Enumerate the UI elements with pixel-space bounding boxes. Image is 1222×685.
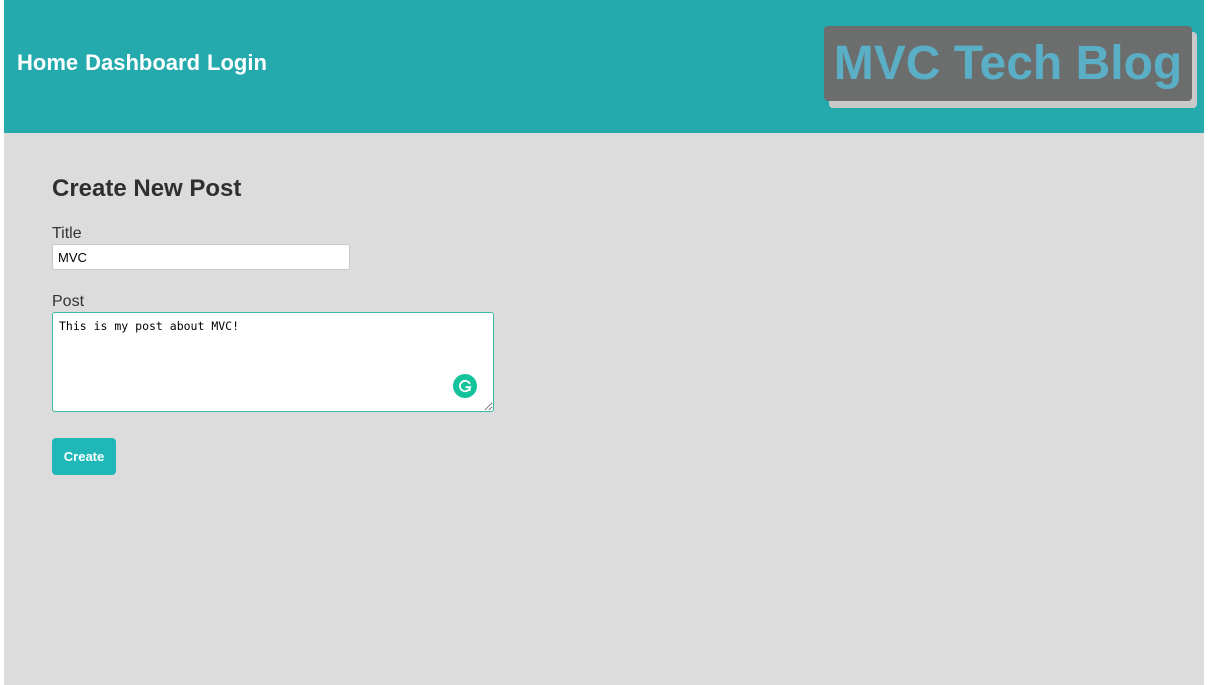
create-button[interactable]: Create	[52, 438, 116, 475]
grammarly-g-icon[interactable]	[453, 374, 477, 398]
main-nav: Home Dashboard Login	[17, 50, 267, 76]
header: Home Dashboard Login MVC Tech Blog	[4, 0, 1204, 133]
form-heading: Create New Post	[52, 175, 242, 202]
post-field-wrapper: This is my post about MVC!	[52, 312, 494, 412]
nav-login-link[interactable]: Login	[207, 50, 267, 76]
title-label: Title	[52, 225, 82, 242]
site-title: MVC Tech Blog	[824, 26, 1192, 101]
post-label: Post	[52, 293, 85, 310]
post-textarea[interactable]: This is my post about MVC!	[52, 312, 494, 412]
create-post-form: Create New Post Title Post This is my po…	[52, 175, 494, 475]
nav-dashboard-link[interactable]: Dashboard	[85, 50, 200, 76]
title-input[interactable]	[52, 244, 350, 270]
nav-home-link[interactable]: Home	[17, 50, 78, 76]
page: Home Dashboard Login MVC Tech Blog Creat…	[4, 0, 1204, 685]
